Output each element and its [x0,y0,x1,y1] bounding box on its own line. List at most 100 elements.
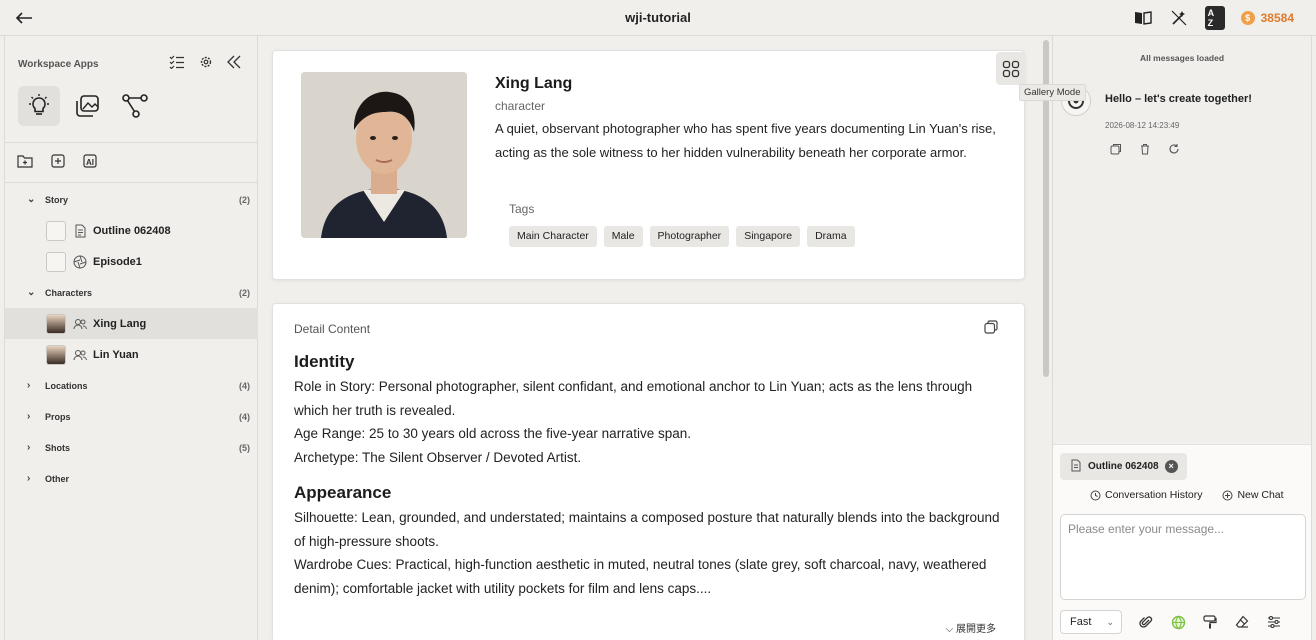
gallery-mode-button[interactable] [996,52,1026,85]
magic-off-icon[interactable] [1169,9,1189,27]
assistant-greeting: Hello – let's create together! [1105,93,1252,105]
expand-more-link[interactable]: ⌵ 展開更多 [946,620,996,635]
svg-text:AI: AI [86,158,94,167]
tag[interactable]: Drama [807,226,855,247]
tree-tools: AI [17,154,99,173]
ai-create-icon[interactable]: AI [83,154,99,173]
image-stack-icon [76,95,99,117]
sidebar: Workspace Apps AI ⌄ Story (2) Outline 06… [4,36,258,640]
identity-age: Age Range: 25 to 30 years old across the… [294,426,691,441]
ideas-app-button[interactable] [18,86,60,126]
tags-label: Tags [509,202,535,216]
detail-header: Detail Content [294,322,371,336]
chat-links: Conversation History New Chat [1090,489,1284,501]
tag[interactable]: Main Character [509,226,597,247]
chat-composer: Outline 062408 × Conversation History Ne… [1053,444,1311,640]
appearance-silhouette: Silhouette: Lean, grounded, and understa… [294,510,1000,549]
coin-balance: $ 38584 [1240,11,1294,25]
remove-context-icon[interactable]: × [1164,460,1178,473]
web-search-icon[interactable] [1170,614,1186,630]
item-thumbnail [46,220,66,241]
divider [5,142,258,143]
top-bar: wji-tutorial A Z $ 38584 [0,0,1316,36]
character-avatar [46,344,66,365]
document-icon [73,224,87,238]
main-content: Xing Lang character A quiet, observant p… [259,36,1086,640]
people-icon [73,317,87,331]
checklist-icon[interactable] [169,55,185,74]
add-item-icon[interactable] [51,154,65,173]
message-timestamp: 2026-08-12 14:23:49 [1105,121,1180,130]
asset-tree: ⌄ Story (2) Outline 062408 Episode1 ⌄ Ch… [5,184,258,494]
chevron-down-icon: ⌄ [27,287,36,298]
trash-icon[interactable] [1139,142,1151,160]
new-folder-icon[interactable] [17,154,33,173]
lightbulb-icon [29,94,49,115]
people-icon [73,348,87,362]
translate-az-icon[interactable]: A Z [1204,6,1225,30]
grid-icon [1002,60,1020,77]
tree-item-outline[interactable]: Outline 062408 [5,215,258,246]
tag[interactable]: Photographer [649,226,730,247]
app-root: wji-tutorial A Z $ 38584 Workspace Apps [0,0,1316,640]
category-props[interactable]: › Props (4) [5,401,258,432]
plus-circle-icon [1222,490,1233,500]
section-heading-appearance: Appearance [294,483,392,502]
chevron-right-icon: › [27,411,31,422]
chevron-down-icon: ⌵ [945,624,954,635]
tree-item-episode[interactable]: Episode1 [5,246,258,277]
character-portrait [301,72,467,238]
paint-roller-icon[interactable] [1202,614,1218,630]
category-locations[interactable]: › Locations (4) [5,370,258,401]
appearance-wardrobe: Wardrobe Cues: Practical, high-function … [294,557,987,596]
copy-icon[interactable] [984,320,1000,336]
character-type: character [495,99,546,113]
category-shots[interactable]: › Shots (5) [5,432,258,463]
gear-icon[interactable] [199,55,213,74]
tree-item-xing-lang[interactable]: Xing Lang [5,308,258,339]
section-heading-identity: Identity [294,352,355,371]
aperture-icon [73,255,87,269]
copy-message-icon[interactable] [1110,142,1122,160]
category-characters[interactable]: ⌄ Characters (2) [5,277,258,308]
paperclip-icon[interactable] [1138,614,1154,630]
chevron-right-icon: › [27,380,31,391]
history-icon [1090,490,1101,500]
new-chat-button[interactable]: New Chat [1222,489,1284,501]
refresh-icon[interactable] [1168,142,1180,160]
eraser-icon[interactable] [1234,614,1250,630]
gallery-mode-tooltip: Gallery Mode [1019,84,1086,101]
identity-archetype: Archetype: The Silent Observer / Devoted… [294,449,582,465]
tag-list: Main Character Male Photographer Singapo… [509,226,855,247]
messages-loaded-status: All messages loaded [1139,53,1225,63]
mode-select[interactable]: Fast ⌄ [1060,610,1122,634]
tag[interactable]: Male [603,226,643,247]
character-name: Xing Lang [495,75,573,92]
character-avatar [46,313,66,334]
gallery-app-button[interactable] [66,86,108,126]
detail-body: Identity Role in Story: Personal photogr… [294,352,1004,600]
category-story[interactable]: ⌄ Story (2) [5,184,258,215]
conversation-history-button[interactable]: Conversation History [1090,489,1202,501]
coin-count: 38584 [1260,11,1294,25]
message-input[interactable] [1060,514,1306,600]
coin-icon: $ [1240,11,1255,25]
book-icon[interactable] [1133,9,1153,27]
chevron-right-icon: › [27,473,31,484]
collapse-sidebar-icon[interactable] [227,55,241,74]
flow-app-button[interactable] [114,86,156,126]
detail-card: Detail Content Identity Role in Story: P… [272,303,1025,640]
message-actions [1110,142,1180,160]
category-other[interactable]: › Other [5,463,258,494]
workspace-apps [18,86,156,126]
tag[interactable]: Singapore [736,226,801,247]
identity-role: Role in Story: Personal photographer, si… [294,379,973,418]
chevron-down-icon: ⌄ [1106,616,1114,627]
page-title: wji-tutorial [625,10,691,25]
chevron-right-icon: › [27,442,31,453]
sliders-icon[interactable] [1266,614,1282,630]
context-chip[interactable]: Outline 062408 × [1060,453,1187,480]
chat-panel: All messages loaded Hello – let's create… [1052,36,1312,640]
character-description: A quiet, observant photographer who has … [495,121,996,160]
tree-item-lin-yuan[interactable]: Lin Yuan [5,339,258,370]
